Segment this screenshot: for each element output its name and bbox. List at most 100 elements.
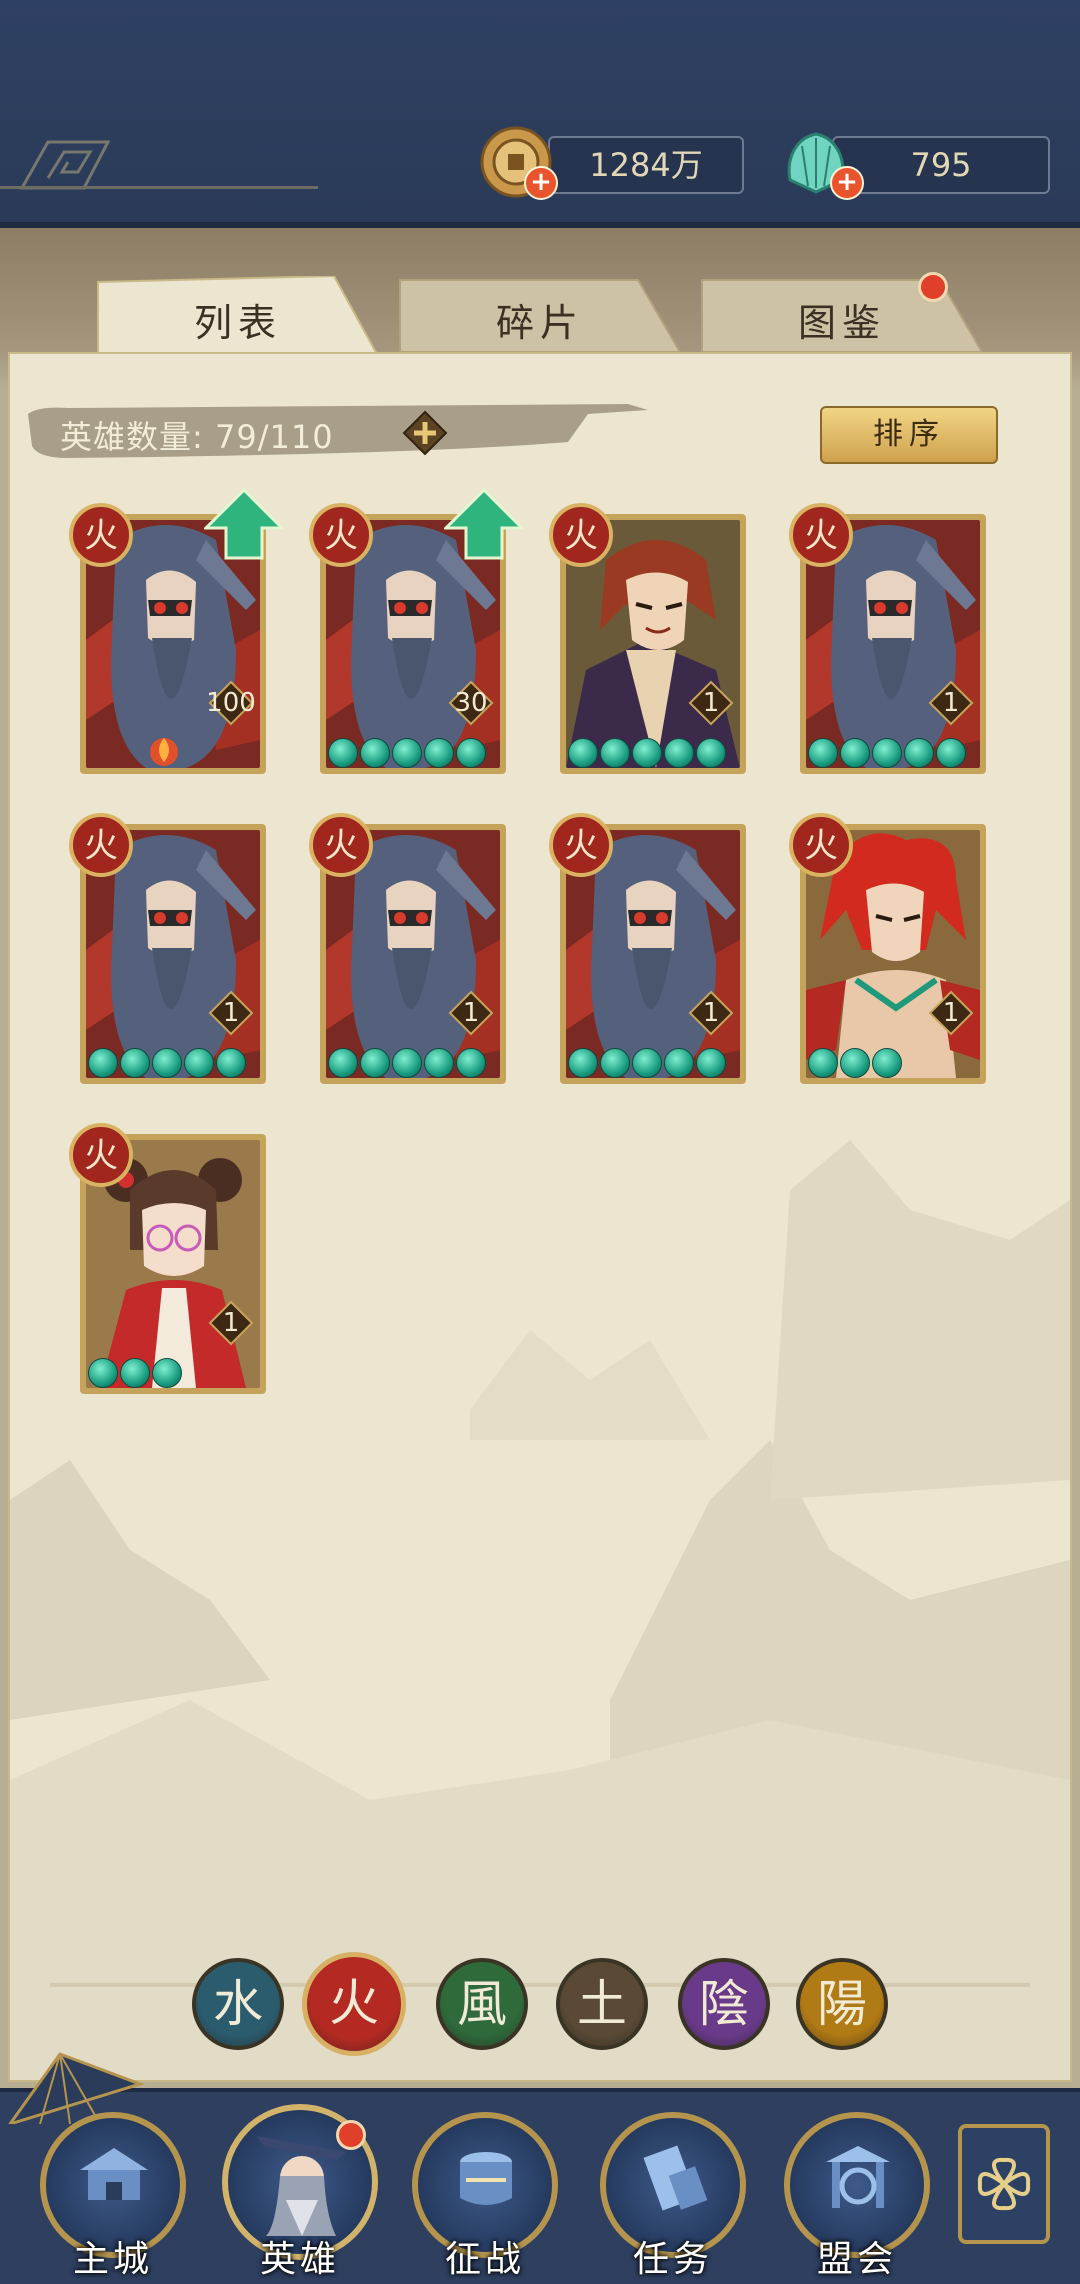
hero-card[interactable]: 火 1 xyxy=(548,812,748,1084)
hero-card[interactable]: 火 1 xyxy=(788,812,988,1084)
tab-list[interactable]: 列表 xyxy=(96,276,380,356)
element-filter-fire[interactable]: 火 xyxy=(302,1952,406,2056)
coin-counter: 1284万 xyxy=(548,136,744,194)
hero-card[interactable]: 火 30 xyxy=(308,488,524,774)
svg-text:火: 火 xyxy=(324,826,358,866)
nav-label: 主城 xyxy=(72,2239,153,2280)
jade-star-icon xyxy=(664,738,694,768)
jade-star-icon xyxy=(152,1048,182,1078)
element-filter-wind[interactable]: 風 xyxy=(436,1958,528,2050)
flame-icon xyxy=(150,738,178,766)
add-coins-button[interactable]: + xyxy=(524,166,558,200)
hero-card[interactable]: 火 1 xyxy=(68,1122,268,1394)
jade-star-icon xyxy=(696,738,726,768)
hero-card[interactable]: 火 1 xyxy=(548,502,748,774)
nav-label: 征战 xyxy=(444,2239,525,2280)
svg-text:火: 火 xyxy=(84,1136,118,1176)
jade-star-icon xyxy=(392,1048,422,1078)
hero-level: 100 xyxy=(206,688,256,718)
fan-ornament xyxy=(8,2052,145,2124)
nav-label: 英雄 xyxy=(259,2239,340,2280)
svg-text:火: 火 xyxy=(804,826,838,866)
hero-count-value: 79/110 xyxy=(214,418,334,456)
jade-star-icon xyxy=(840,1048,870,1078)
hero-level: 1 xyxy=(942,998,960,1028)
jade-star-icon xyxy=(568,738,598,768)
coin-value: 1284万 xyxy=(589,146,703,184)
jade-star-icon xyxy=(696,1048,726,1078)
fire-element-emblem-icon: 火 xyxy=(309,503,373,567)
jade-star-icon xyxy=(328,738,358,768)
jade-star-icon xyxy=(632,738,662,768)
more-menu-button[interactable] xyxy=(958,2124,1050,2244)
hero-level: 1 xyxy=(702,998,720,1028)
jade-star-icon xyxy=(808,1048,838,1078)
cloud-swirl-ornament xyxy=(19,140,110,190)
jade-star-icon xyxy=(360,1048,390,1078)
element-filter-earth[interactable]: 土 xyxy=(556,1958,648,2050)
hero-level: 1 xyxy=(942,688,960,718)
add-jade-button[interactable]: + xyxy=(830,166,864,200)
upgrade-arrow-icon xyxy=(444,488,524,560)
hero-count-label: 英雄数量: xyxy=(60,418,204,456)
tab-label: 列表 xyxy=(193,301,282,345)
hero-level: 1 xyxy=(222,1308,240,1338)
jade-star-icon xyxy=(360,738,390,768)
divider-line xyxy=(0,186,318,189)
hero-level: 1 xyxy=(462,998,480,1028)
tab-label: 图鉴 xyxy=(797,301,886,345)
jade-star-icon xyxy=(600,1048,630,1078)
star-rating xyxy=(568,1048,726,1078)
jade-star-icon xyxy=(152,1358,182,1388)
sort-button[interactable]: 排序 xyxy=(820,406,998,464)
hero-level: 30 xyxy=(454,688,488,718)
element-filter-yin[interactable]: 陰 xyxy=(678,1958,770,2050)
notification-dot xyxy=(336,2120,366,2150)
jade-star-icon xyxy=(392,738,422,768)
fire-element-emblem-icon: 火 xyxy=(69,503,133,567)
star-rating xyxy=(568,738,726,768)
fire-element-emblem-icon: 火 xyxy=(309,813,373,877)
expand-hero-slots-button[interactable] xyxy=(402,410,448,456)
star-rating xyxy=(328,738,486,768)
tab-codex[interactable]: 图鉴 xyxy=(700,272,984,356)
war-drum-icon xyxy=(460,2152,512,2205)
svg-text:火: 火 xyxy=(564,516,598,556)
jade-star-icon xyxy=(216,1048,246,1078)
jade-value: 795 xyxy=(910,146,972,184)
fire-element-emblem-icon: 火 xyxy=(789,813,853,877)
jade-star-icon xyxy=(568,1048,598,1078)
svg-text:火: 火 xyxy=(84,516,118,556)
jade-star-icon xyxy=(872,738,902,768)
jade-star-icon xyxy=(872,1048,902,1078)
hero-card[interactable]: 火 100 xyxy=(68,488,284,774)
notification-dot xyxy=(918,272,948,302)
fire-element-emblem-icon: 火 xyxy=(549,813,613,877)
nav-label: 盟会 xyxy=(816,2239,897,2280)
element-filter-bar: 水火風土陰陽 xyxy=(0,1952,1080,2058)
scroll-icon xyxy=(643,2145,708,2211)
tab-fragments[interactable]: 碎片 xyxy=(398,276,682,356)
jade-star-icon xyxy=(328,1048,358,1078)
element-filter-water[interactable]: 水 xyxy=(192,1958,284,2050)
jade-star-icon xyxy=(88,1358,118,1388)
element-filter-yang[interactable]: 陽 xyxy=(796,1958,888,2050)
hero-level: 1 xyxy=(702,688,720,718)
jade-star-icon xyxy=(808,738,838,768)
gate-icon xyxy=(826,2146,890,2208)
jade-star-icon xyxy=(600,738,630,768)
jade-star-icon xyxy=(664,1048,694,1078)
jade-star-icon xyxy=(456,1048,486,1078)
jade-counter: 795 xyxy=(832,136,1050,194)
jade-star-icon xyxy=(424,1048,454,1078)
hero-card[interactable]: 火 1 xyxy=(308,812,508,1084)
hero-card[interactable]: 火 1 xyxy=(68,812,268,1084)
fire-element-emblem-icon: 火 xyxy=(549,503,613,567)
upgrade-arrow-icon xyxy=(204,488,284,560)
fire-element-emblem-icon: 火 xyxy=(69,1123,133,1187)
jade-star-icon xyxy=(120,1358,150,1388)
hero-card[interactable]: 火 1 xyxy=(788,502,988,774)
star-rating xyxy=(808,1048,902,1078)
svg-text:火: 火 xyxy=(84,826,118,866)
nav-label: 任务 xyxy=(632,2239,713,2280)
